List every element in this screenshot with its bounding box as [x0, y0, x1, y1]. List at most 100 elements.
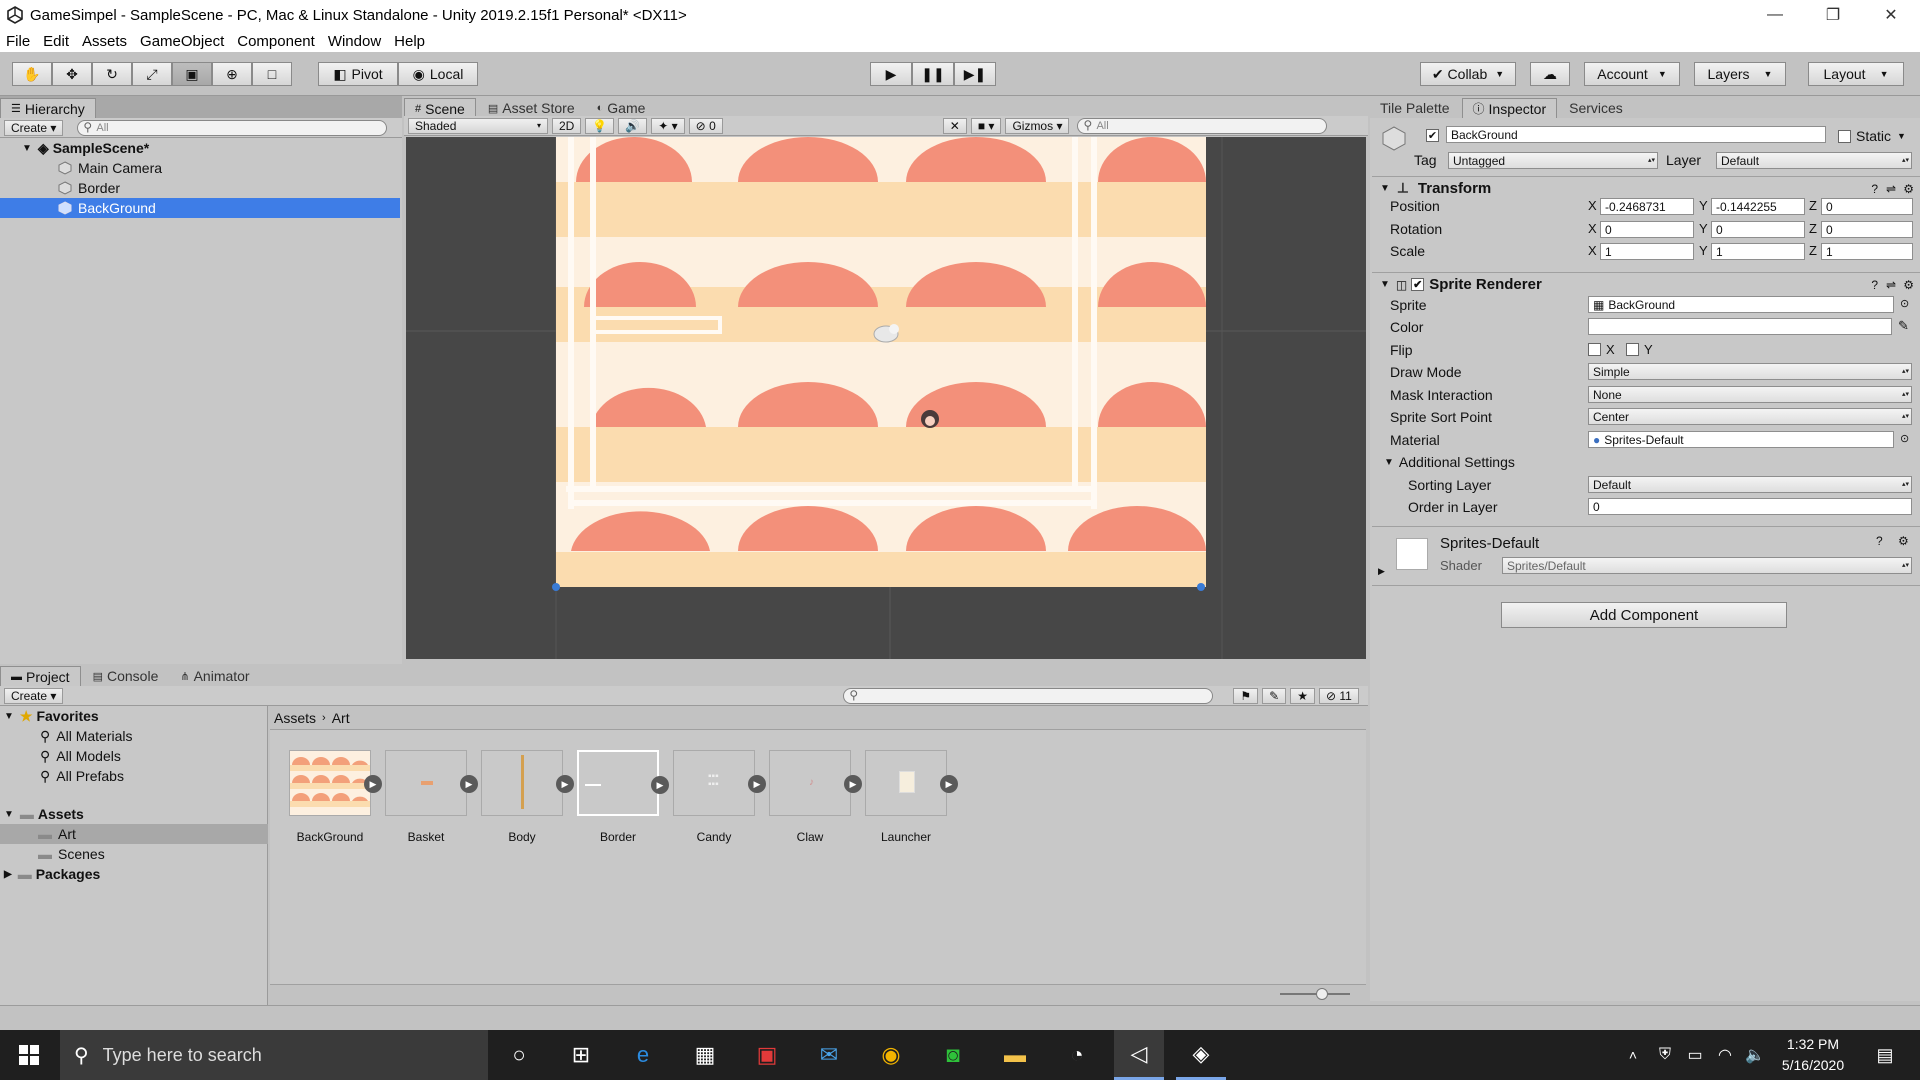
add-component-button[interactable]: Add Component [1501, 602, 1787, 628]
asset-basket[interactable]: ▶ Basket [382, 750, 478, 844]
scene-search-input[interactable]: All [1077, 117, 1328, 134]
windows-start-icon[interactable] [4, 1030, 54, 1080]
restore-button[interactable]: ❐ [1804, 0, 1862, 30]
additional-settings-foldout[interactable]: ▼ Additional Settings [1384, 454, 1515, 470]
tab-services[interactable]: Services [1559, 98, 1633, 118]
tab-animator[interactable]: ⋔ Animator [170, 666, 259, 686]
system-clock[interactable]: 1:32 PM 5/16/2020 [1768, 1034, 1858, 1076]
zoom-slider-track[interactable] [1280, 993, 1350, 995]
gizmos-dropdown[interactable]: Gizmos ▾ [1005, 117, 1070, 134]
static-checkbox[interactable] [1838, 129, 1851, 143]
zoom-slider-thumb[interactable] [1316, 988, 1328, 1000]
tab-console[interactable]: ▤ Console [83, 666, 169, 686]
shader-dropdown[interactable]: Sprites/Default [1502, 557, 1912, 574]
tab-tile-palette[interactable]: Tile Palette [1370, 98, 1460, 118]
favorite-star-icon[interactable]: ★ [1290, 687, 1315, 704]
packages-foldout[interactable]: ▶ ▬ Packages [0, 864, 268, 884]
move-tool-icon[interactable]: ✥ [52, 62, 92, 86]
help-icon[interactable]: ? [1871, 278, 1878, 292]
scale-z-field[interactable]: 1 [1821, 243, 1913, 260]
menu-gameobject[interactable]: GameObject [140, 33, 224, 50]
effects-toggle-icon[interactable]: ✦ ▾ [651, 117, 685, 134]
expand-sprite-icon[interactable]: ▶ [556, 775, 574, 793]
transform-header[interactable]: ▼ ⟂ Transform ? ⇌ ⚙ [1372, 176, 1920, 200]
scene-root-row[interactable]: ▼ ◈ SampleScene* [0, 138, 400, 158]
collab-dropdown[interactable]: ✔ Collab ▼ [1420, 62, 1516, 86]
eyedropper-icon[interactable]: ✎ [1898, 318, 1909, 334]
lighting-toggle-icon[interactable]: 💡 [585, 117, 615, 134]
store-icon[interactable]: ▦ [680, 1030, 730, 1080]
tag-dropdown[interactable]: Untagged [1448, 152, 1658, 169]
favorite-all-materials[interactable]: ⚲ All Materials [0, 726, 268, 746]
asset-candy[interactable]: ▪▪▪ ▪▪▪ ▶ Candy [670, 750, 766, 844]
flip-x-toggle[interactable]: X [1588, 342, 1615, 357]
position-z-field[interactable]: 0 [1821, 198, 1913, 215]
favorite-all-prefabs[interactable]: ⚲ All Prefabs [0, 766, 268, 786]
hierarchy-item-background[interactable]: BackGround [0, 198, 400, 218]
material-object-field[interactable]: ● Sprites-Default [1588, 431, 1894, 448]
cloud-button[interactable]: ☁ [1530, 62, 1570, 86]
expand-sprite-icon[interactable]: ▶ [364, 775, 382, 793]
position-x-field[interactable]: -0.2468731 [1600, 198, 1694, 215]
breadcrumb-assets[interactable]: Assets [274, 710, 316, 726]
sort-point-dropdown[interactable]: Center [1588, 408, 1912, 425]
hierarchy-search-input[interactable]: All [77, 119, 388, 136]
menu-component[interactable]: Component [237, 33, 315, 50]
menu-file[interactable]: File [6, 33, 30, 50]
expand-sprite-icon[interactable]: ▶ [651, 776, 669, 794]
unity-hub-icon[interactable]: ◔ [1052, 1030, 1102, 1080]
layer-dropdown[interactable]: Default [1716, 152, 1912, 169]
hierarchy-create-button[interactable]: Create ▾ [4, 119, 64, 136]
tab-inspector[interactable]: ⓘ Inspector [1461, 98, 1558, 118]
file-explorer-icon[interactable]: ▬ [990, 1030, 1040, 1080]
help-icon[interactable]: ? [1876, 534, 1883, 548]
rect-tool-icon[interactable]: ▣ [172, 62, 212, 86]
taskbar-search-box[interactable]: ⚲ Type here to search [60, 1030, 488, 1080]
sprite-renderer-header[interactable]: ▼ ◫ ✔ Sprite Renderer ? ⇌ ⚙ [1372, 272, 1920, 296]
folder-art[interactable]: ▬ Art [0, 824, 268, 844]
preset-icon[interactable]: ⇌ [1886, 278, 1896, 292]
sprite-object-field[interactable]: ▦ BackGround [1588, 296, 1894, 313]
character-sprite[interactable] [921, 410, 939, 428]
tools-icon[interactable]: ✕ [942, 117, 967, 134]
minimize-button[interactable]: — [1746, 0, 1804, 30]
tab-project[interactable]: ▬ Project [0, 666, 81, 686]
scene-viewport[interactable] [406, 137, 1366, 659]
favorite-all-models[interactable]: ⚲ All Models [0, 746, 268, 766]
notifications-icon[interactable]: ▤ [1860, 1030, 1910, 1080]
line-chat-icon[interactable]: ◙ [928, 1030, 978, 1080]
rect-handle-left[interactable] [552, 583, 560, 591]
hierarchy-item-main-camera[interactable]: Main Camera [0, 158, 400, 178]
object-name-field[interactable]: BackGround [1446, 126, 1826, 143]
pause-button[interactable]: ❚❚ [912, 62, 954, 86]
scale-x-field[interactable]: 1 [1600, 243, 1694, 260]
layers-dropdown[interactable]: Layers ▼ [1694, 62, 1786, 86]
settings-gear-icon[interactable]: ⚙ [1903, 278, 1914, 292]
breadcrumb-art[interactable]: Art [332, 710, 350, 726]
mask-interaction-dropdown[interactable]: None [1588, 386, 1912, 403]
asset-border[interactable]: ▶ Border [574, 750, 669, 844]
hierarchy-item-border[interactable]: Border [0, 178, 400, 198]
transform-tool-icon[interactable]: ⊕ [212, 62, 252, 86]
2d-toggle[interactable]: 2D [552, 117, 582, 134]
flip-y-toggle[interactable]: Y [1626, 342, 1653, 357]
sprite-renderer-enabled-checkbox[interactable]: ✔ [1411, 278, 1425, 291]
audio-toggle-icon[interactable]: 🔊 [618, 117, 648, 134]
folder-scenes[interactable]: ▬ Scenes [0, 844, 268, 864]
play-button[interactable]: ▶ [870, 62, 912, 86]
asset-claw[interactable]: ♪ ▶ Claw [766, 750, 862, 844]
rect-handle-right[interactable] [1197, 583, 1205, 591]
rotation-x-field[interactable]: 0 [1600, 221, 1694, 238]
unity-editor-icon[interactable]: ◁ [1114, 1030, 1164, 1080]
menu-window[interactable]: Window [328, 33, 381, 50]
preset-icon[interactable]: ⇌ [1886, 182, 1896, 196]
asset-background[interactable]: ▶ BackGround [286, 750, 382, 844]
unity-window-icon[interactable]: ◈ [1176, 1030, 1226, 1080]
sorting-layer-dropdown[interactable]: Default [1588, 476, 1912, 493]
edge-browser-icon[interactable]: e [618, 1030, 668, 1080]
order-in-layer-field[interactable]: 0 [1588, 498, 1912, 515]
chrome-icon[interactable]: ◉ [866, 1030, 916, 1080]
tab-game[interactable]: ◐ Game [587, 98, 656, 118]
gift-app-icon[interactable]: ▣ [742, 1030, 792, 1080]
mail-icon[interactable]: ✉ [804, 1030, 854, 1080]
